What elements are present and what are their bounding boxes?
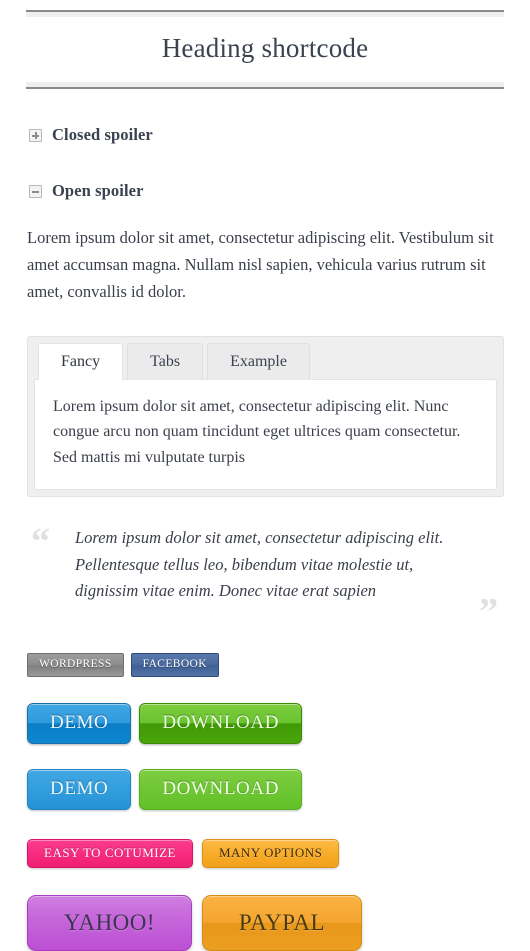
quote-open-icon: “ <box>31 520 50 563</box>
spoiler-body-text: Lorem ipsum dolor sit amet, consectetur … <box>27 228 494 301</box>
spoiler-closed-label: Closed spoiler <box>52 125 153 145</box>
page-title: Heading shortcode <box>161 33 369 63</box>
download-button-3d[interactable]: DOWNLOAD <box>139 702 303 744</box>
blockquote-text: Lorem ipsum dolor sit amet, consectetur … <box>75 527 444 601</box>
heading-top-rule <box>26 10 504 17</box>
large-buttons-row: YAHOO! PAYPAL <box>27 894 530 951</box>
spoiler-open[interactable]: Open spoiler <box>29 145 530 201</box>
tab-tabs[interactable]: Tabs <box>127 343 204 380</box>
yahoo-button[interactable]: YAHOO! <box>27 894 192 951</box>
page-root: Heading shortcode Closed spoiler Open sp… <box>0 0 530 951</box>
pill-buttons-row: EASY TO COTUMIZE MANY OPTIONS <box>27 838 530 868</box>
heading-shortcode-block: Heading shortcode <box>26 0 504 90</box>
paypal-button[interactable]: PAYPAL <box>202 894 362 951</box>
spoiler-open-label: Open spoiler <box>52 181 144 201</box>
heading-bottom-rule <box>26 82 504 90</box>
tabs-container: Fancy Tabs Example Lorem ipsum dolor sit… <box>27 336 504 497</box>
minus-square-icon[interactable] <box>29 184 42 198</box>
tab-strip: Fancy Tabs Example <box>34 343 497 380</box>
blockquote: “ Lorem ipsum dolor sit amet, consectetu… <box>27 521 504 631</box>
quote-close-icon: ” <box>479 590 498 633</box>
facebook-button[interactable]: FACEBOOK <box>130 652 219 677</box>
small-buttons-row: WORDPRESS FACEBOOK <box>27 652 530 677</box>
tab-example[interactable]: Example <box>207 343 310 380</box>
demo-button-3d[interactable]: DEMO <box>27 702 132 744</box>
tab-fancy[interactable]: Fancy <box>38 343 124 380</box>
plus-square-icon[interactable] <box>29 128 42 142</box>
spoiler-closed[interactable]: Closed spoiler <box>29 89 530 145</box>
gradient-3d-buttons-row: DEMO DOWNLOAD <box>27 702 530 744</box>
easy-to-customize-button[interactable]: EASY TO COTUMIZE <box>27 838 193 868</box>
flat-buttons-row: DEMO DOWNLOAD <box>27 768 530 810</box>
wordpress-button[interactable]: WORDPRESS <box>27 652 124 677</box>
many-options-button[interactable]: MANY OPTIONS <box>201 838 340 868</box>
download-button-flat[interactable]: DOWNLOAD <box>139 768 303 810</box>
tab-panel-content: Lorem ipsum dolor sit amet, consectetur … <box>34 378 497 490</box>
demo-button-flat[interactable]: DEMO <box>27 768 132 810</box>
